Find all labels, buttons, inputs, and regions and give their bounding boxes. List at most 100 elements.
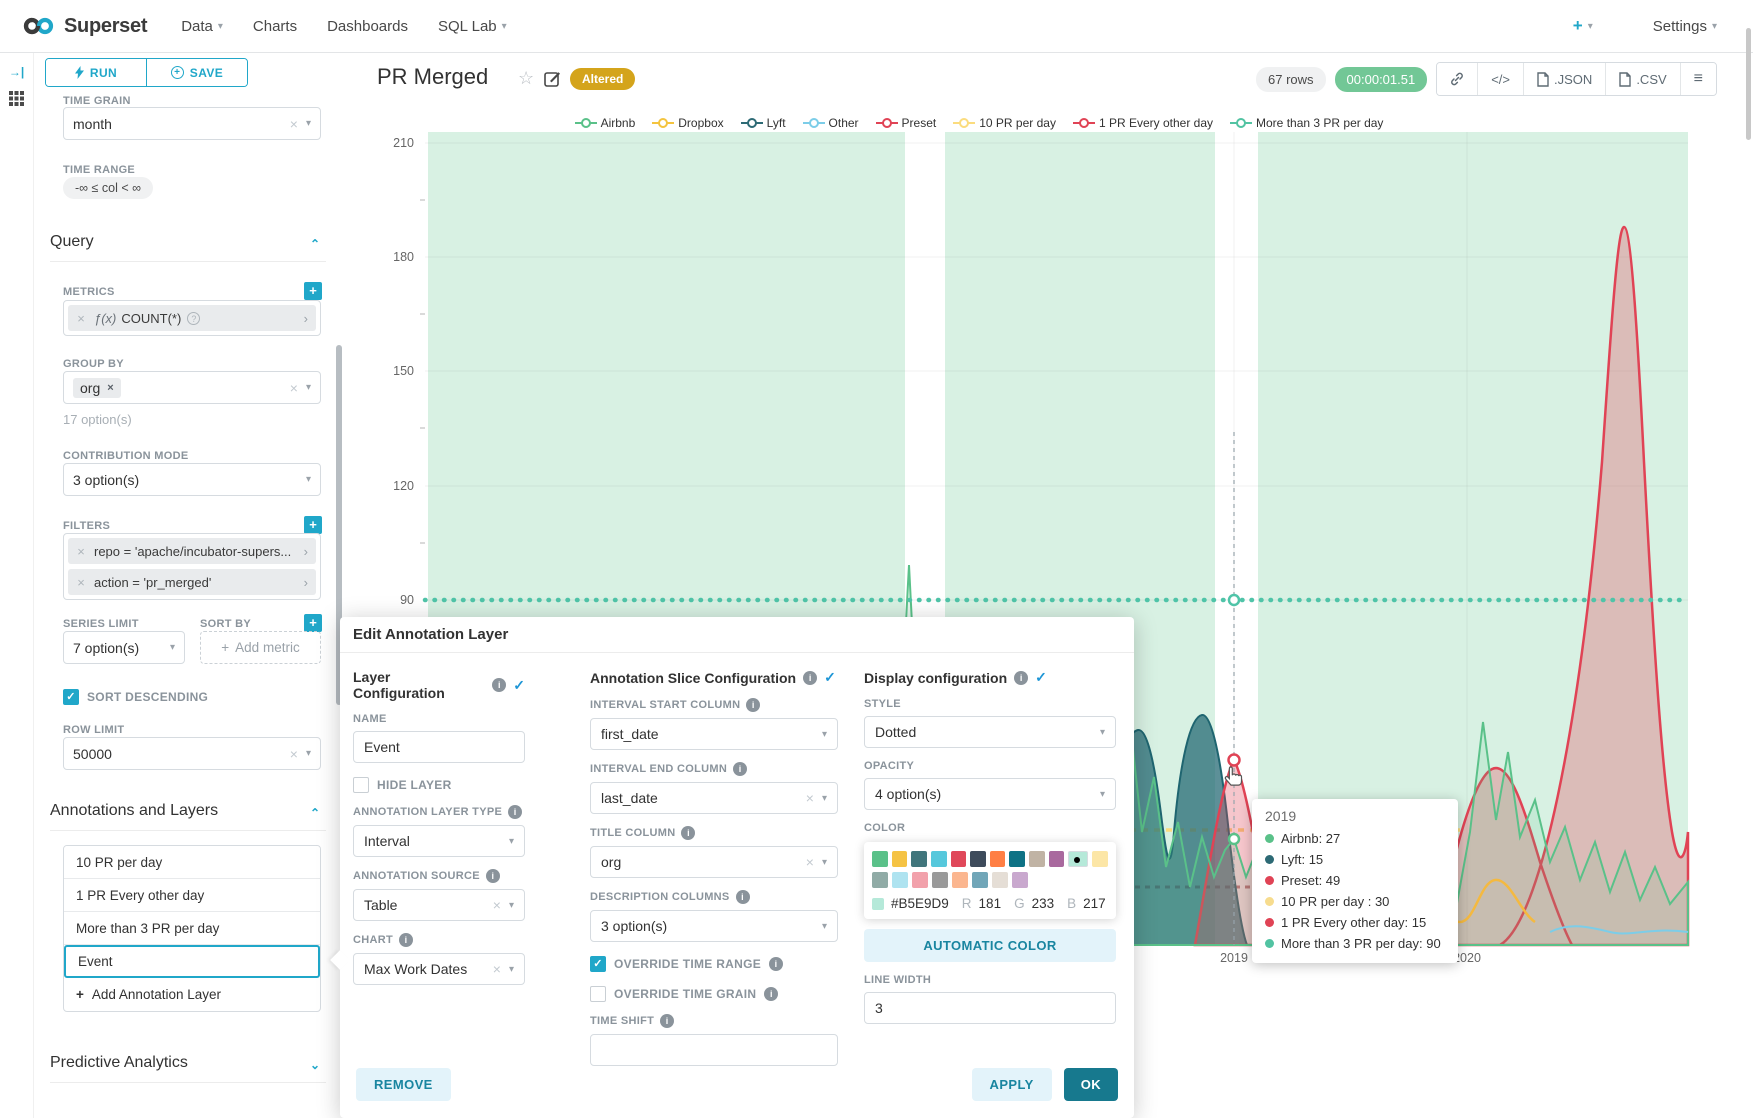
remove-tag-icon[interactable]: × xyxy=(107,382,113,394)
ok-button[interactable]: OK xyxy=(1064,1068,1118,1101)
color-swatch[interactable] xyxy=(951,851,967,867)
superset-logo[interactable]: Superset xyxy=(22,15,147,38)
contribution-mode-select[interactable]: 3 option(s) ▾ xyxy=(63,463,321,496)
rgb-b-value[interactable]: 217 xyxy=(1083,896,1106,911)
run-button[interactable]: RUN xyxy=(46,59,147,86)
window-scrollbar[interactable] xyxy=(1746,28,1751,140)
add-filter-button[interactable]: + xyxy=(304,516,322,534)
color-swatch[interactable] xyxy=(970,851,986,867)
hex-value[interactable]: #B5E9D9 xyxy=(891,896,949,911)
color-swatch[interactable] xyxy=(952,872,968,888)
settings-menu[interactable]: Settings▾ xyxy=(1653,18,1717,35)
annotation-layer-item-selected[interactable]: Event xyxy=(64,945,320,978)
add-annotation-layer-button[interactable]: + Add Annotation Layer xyxy=(64,978,320,1011)
filter-chip[interactable]: × repo = 'apache/incubator-supers... › xyxy=(68,538,316,564)
nav-dashboards[interactable]: Dashboards xyxy=(327,18,408,35)
interval-end-select[interactable]: last_date × ▾ xyxy=(590,782,838,814)
legend-item[interactable]: Lyft xyxy=(741,116,786,130)
series-limit-select[interactable]: 7 option(s) ▾ xyxy=(63,631,185,664)
altered-badge[interactable]: Altered xyxy=(570,68,635,90)
annotation-layer-type-select[interactable]: Interval ▾ xyxy=(353,825,525,857)
color-swatch-selected[interactable] xyxy=(1068,851,1088,867)
export-csv-button[interactable]: .CSV xyxy=(1606,63,1680,95)
sort-by-add-metric[interactable]: + Add metric xyxy=(200,631,321,664)
automatic-color-button[interactable]: AUTOMATIC COLOR xyxy=(864,929,1116,962)
opacity-select[interactable]: 4 option(s) ▾ xyxy=(864,778,1116,810)
rgb-g-value[interactable]: 233 xyxy=(1032,896,1055,911)
clear-icon[interactable]: × xyxy=(493,961,501,977)
interval-start-select[interactable]: first_date ▾ xyxy=(590,718,838,750)
chevron-right-icon[interactable]: › xyxy=(298,544,308,559)
annotation-layer-item[interactable]: 10 PR per day xyxy=(64,846,320,879)
nav-sql-lab[interactable]: SQL Lab▾ xyxy=(438,18,507,35)
favorite-star-icon[interactable]: ☆ xyxy=(518,68,534,89)
chart-select[interactable]: Max Work Dates × ▾ xyxy=(353,953,525,985)
legend-item[interactable]: Airbnb xyxy=(575,116,636,130)
nav-data[interactable]: Data▾ xyxy=(181,18,223,35)
remove-metric-icon[interactable]: × xyxy=(68,311,94,326)
override-time-grain-checkbox[interactable] xyxy=(590,986,606,1002)
legend-item[interactable]: Dropbox xyxy=(652,116,723,130)
annotation-source-select[interactable]: Table × ▾ xyxy=(353,889,525,921)
chevron-up-icon[interactable]: ⌃ xyxy=(310,806,320,820)
more-options-button[interactable]: ≡ xyxy=(1681,63,1716,95)
style-select[interactable]: Dotted ▾ xyxy=(864,716,1116,748)
add-sort-metric-button[interactable]: + xyxy=(304,614,322,632)
color-swatch[interactable] xyxy=(1092,851,1108,867)
annotation-layer-item[interactable]: More than 3 PR per day xyxy=(64,912,320,945)
color-swatch[interactable] xyxy=(1029,851,1045,867)
annotation-layer-item[interactable]: 1 PR Every other day xyxy=(64,879,320,912)
add-metric-button[interactable]: + xyxy=(304,282,322,300)
color-swatch[interactable] xyxy=(1012,872,1028,888)
color-swatch[interactable] xyxy=(911,851,927,867)
filter-chip[interactable]: × action = 'pr_merged' › xyxy=(68,569,316,595)
color-swatch[interactable] xyxy=(990,851,1006,867)
color-swatch[interactable] xyxy=(972,872,988,888)
nav-charts[interactable]: Charts xyxy=(253,18,297,35)
chevron-down-icon[interactable]: ⌄ xyxy=(310,1058,320,1072)
description-columns-select[interactable]: 3 option(s) ▾ xyxy=(590,910,838,942)
remove-filter-icon[interactable]: × xyxy=(68,575,94,590)
legend-item[interactable]: 10 PR per day xyxy=(953,116,1056,130)
color-swatch[interactable] xyxy=(892,872,908,888)
hide-layer-checkbox[interactable] xyxy=(353,777,369,793)
chevron-right-icon[interactable]: › xyxy=(298,311,308,326)
clear-icon[interactable]: × xyxy=(806,790,814,806)
color-swatch[interactable] xyxy=(872,872,888,888)
legend-item[interactable]: Other xyxy=(803,116,859,130)
clear-icon[interactable]: × xyxy=(290,746,298,762)
apply-button[interactable]: APPLY xyxy=(972,1068,1052,1101)
override-time-range-checkbox[interactable]: ✓ xyxy=(590,956,606,972)
legend-item[interactable]: Preset xyxy=(876,116,937,130)
chevron-right-icon[interactable]: › xyxy=(298,575,308,590)
legend-item[interactable]: More than 3 PR per day xyxy=(1230,116,1383,130)
color-swatch[interactable] xyxy=(932,872,948,888)
group-by-select[interactable]: org × × ▾ xyxy=(63,371,321,404)
row-limit-select[interactable]: 50000 × ▾ xyxy=(63,737,321,770)
remove-button[interactable]: REMOVE xyxy=(356,1068,451,1101)
chevron-up-icon[interactable]: ⌃ xyxy=(310,237,320,251)
clear-icon[interactable]: × xyxy=(290,380,298,396)
time-range-pill[interactable]: -∞ ≤ col < ∞ xyxy=(63,177,153,199)
clear-icon[interactable]: × xyxy=(806,854,814,870)
time-grain-select[interactable]: month × ▾ xyxy=(63,107,321,140)
clear-icon[interactable]: × xyxy=(493,897,501,913)
color-swatch[interactable] xyxy=(892,851,908,867)
edit-title-icon[interactable] xyxy=(544,70,562,88)
color-swatch[interactable] xyxy=(912,872,928,888)
time-shift-input[interactable] xyxy=(590,1034,838,1066)
datasource-grid-icon[interactable] xyxy=(8,91,26,111)
color-swatch[interactable] xyxy=(1009,851,1025,867)
save-button[interactable]: + SAVE xyxy=(147,59,247,86)
rgb-r-value[interactable]: 181 xyxy=(979,896,1002,911)
title-column-select[interactable]: org × ▾ xyxy=(590,846,838,878)
collapse-panel-icon[interactable]: →| xyxy=(8,65,26,79)
legend-item[interactable]: 1 PR Every other day xyxy=(1073,116,1213,130)
sort-descending-checkbox[interactable]: ✓ xyxy=(63,689,79,705)
export-json-button[interactable]: .JSON xyxy=(1524,63,1606,95)
line-width-input[interactable]: 3 xyxy=(864,992,1116,1024)
name-input[interactable]: Event xyxy=(353,731,525,763)
remove-filter-icon[interactable]: × xyxy=(68,544,94,559)
clear-icon[interactable]: × xyxy=(290,116,298,132)
embed-code-button[interactable]: </> xyxy=(1478,63,1524,95)
